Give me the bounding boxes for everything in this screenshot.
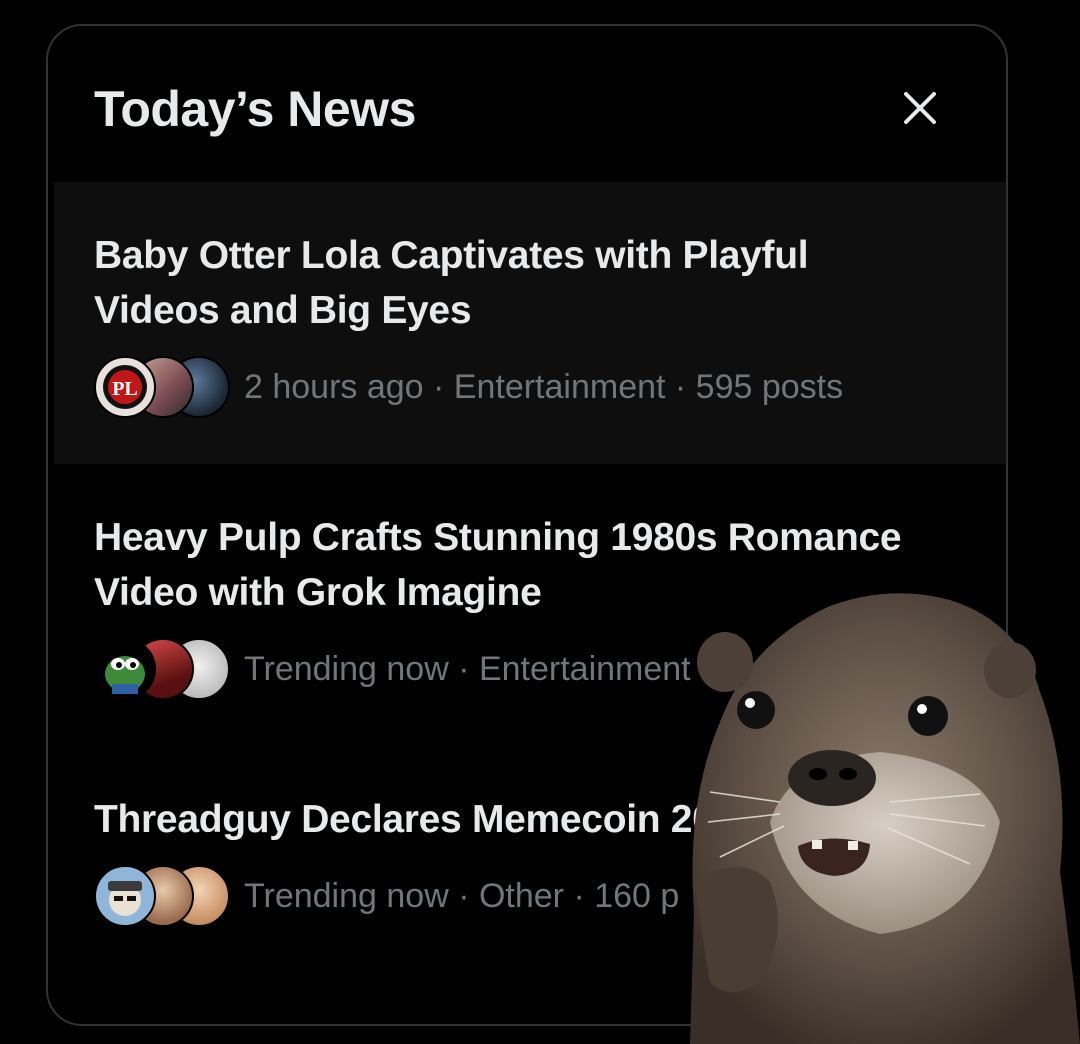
news-item[interactable]: Baby Otter Lola Captivates with Playful …	[54, 182, 1006, 464]
news-meta-row: PL 2 hours ago · Entertainment · 595 pos…	[94, 356, 966, 418]
news-headline[interactable]: Baby Otter Lola Captivates with Playful …	[94, 228, 914, 338]
close-button[interactable]	[894, 82, 946, 134]
avatar: PL	[94, 356, 156, 418]
news-meta: 2 hours ago · Entertainment · 595 posts	[244, 367, 844, 406]
svg-text:PL: PL	[112, 378, 138, 400]
panel-title: Today’s News	[94, 81, 416, 137]
avatar-stack: PL	[94, 356, 230, 418]
close-icon	[904, 92, 936, 124]
avatar-stack	[94, 638, 230, 700]
news-meta: Trending now · Entertainment	[244, 649, 691, 688]
avatar-stack	[94, 865, 230, 927]
news-meta: Trending now · Other · 160 p	[244, 876, 680, 915]
otter-sticker	[690, 593, 1080, 1044]
avatar	[94, 865, 156, 927]
avatar	[94, 638, 156, 700]
